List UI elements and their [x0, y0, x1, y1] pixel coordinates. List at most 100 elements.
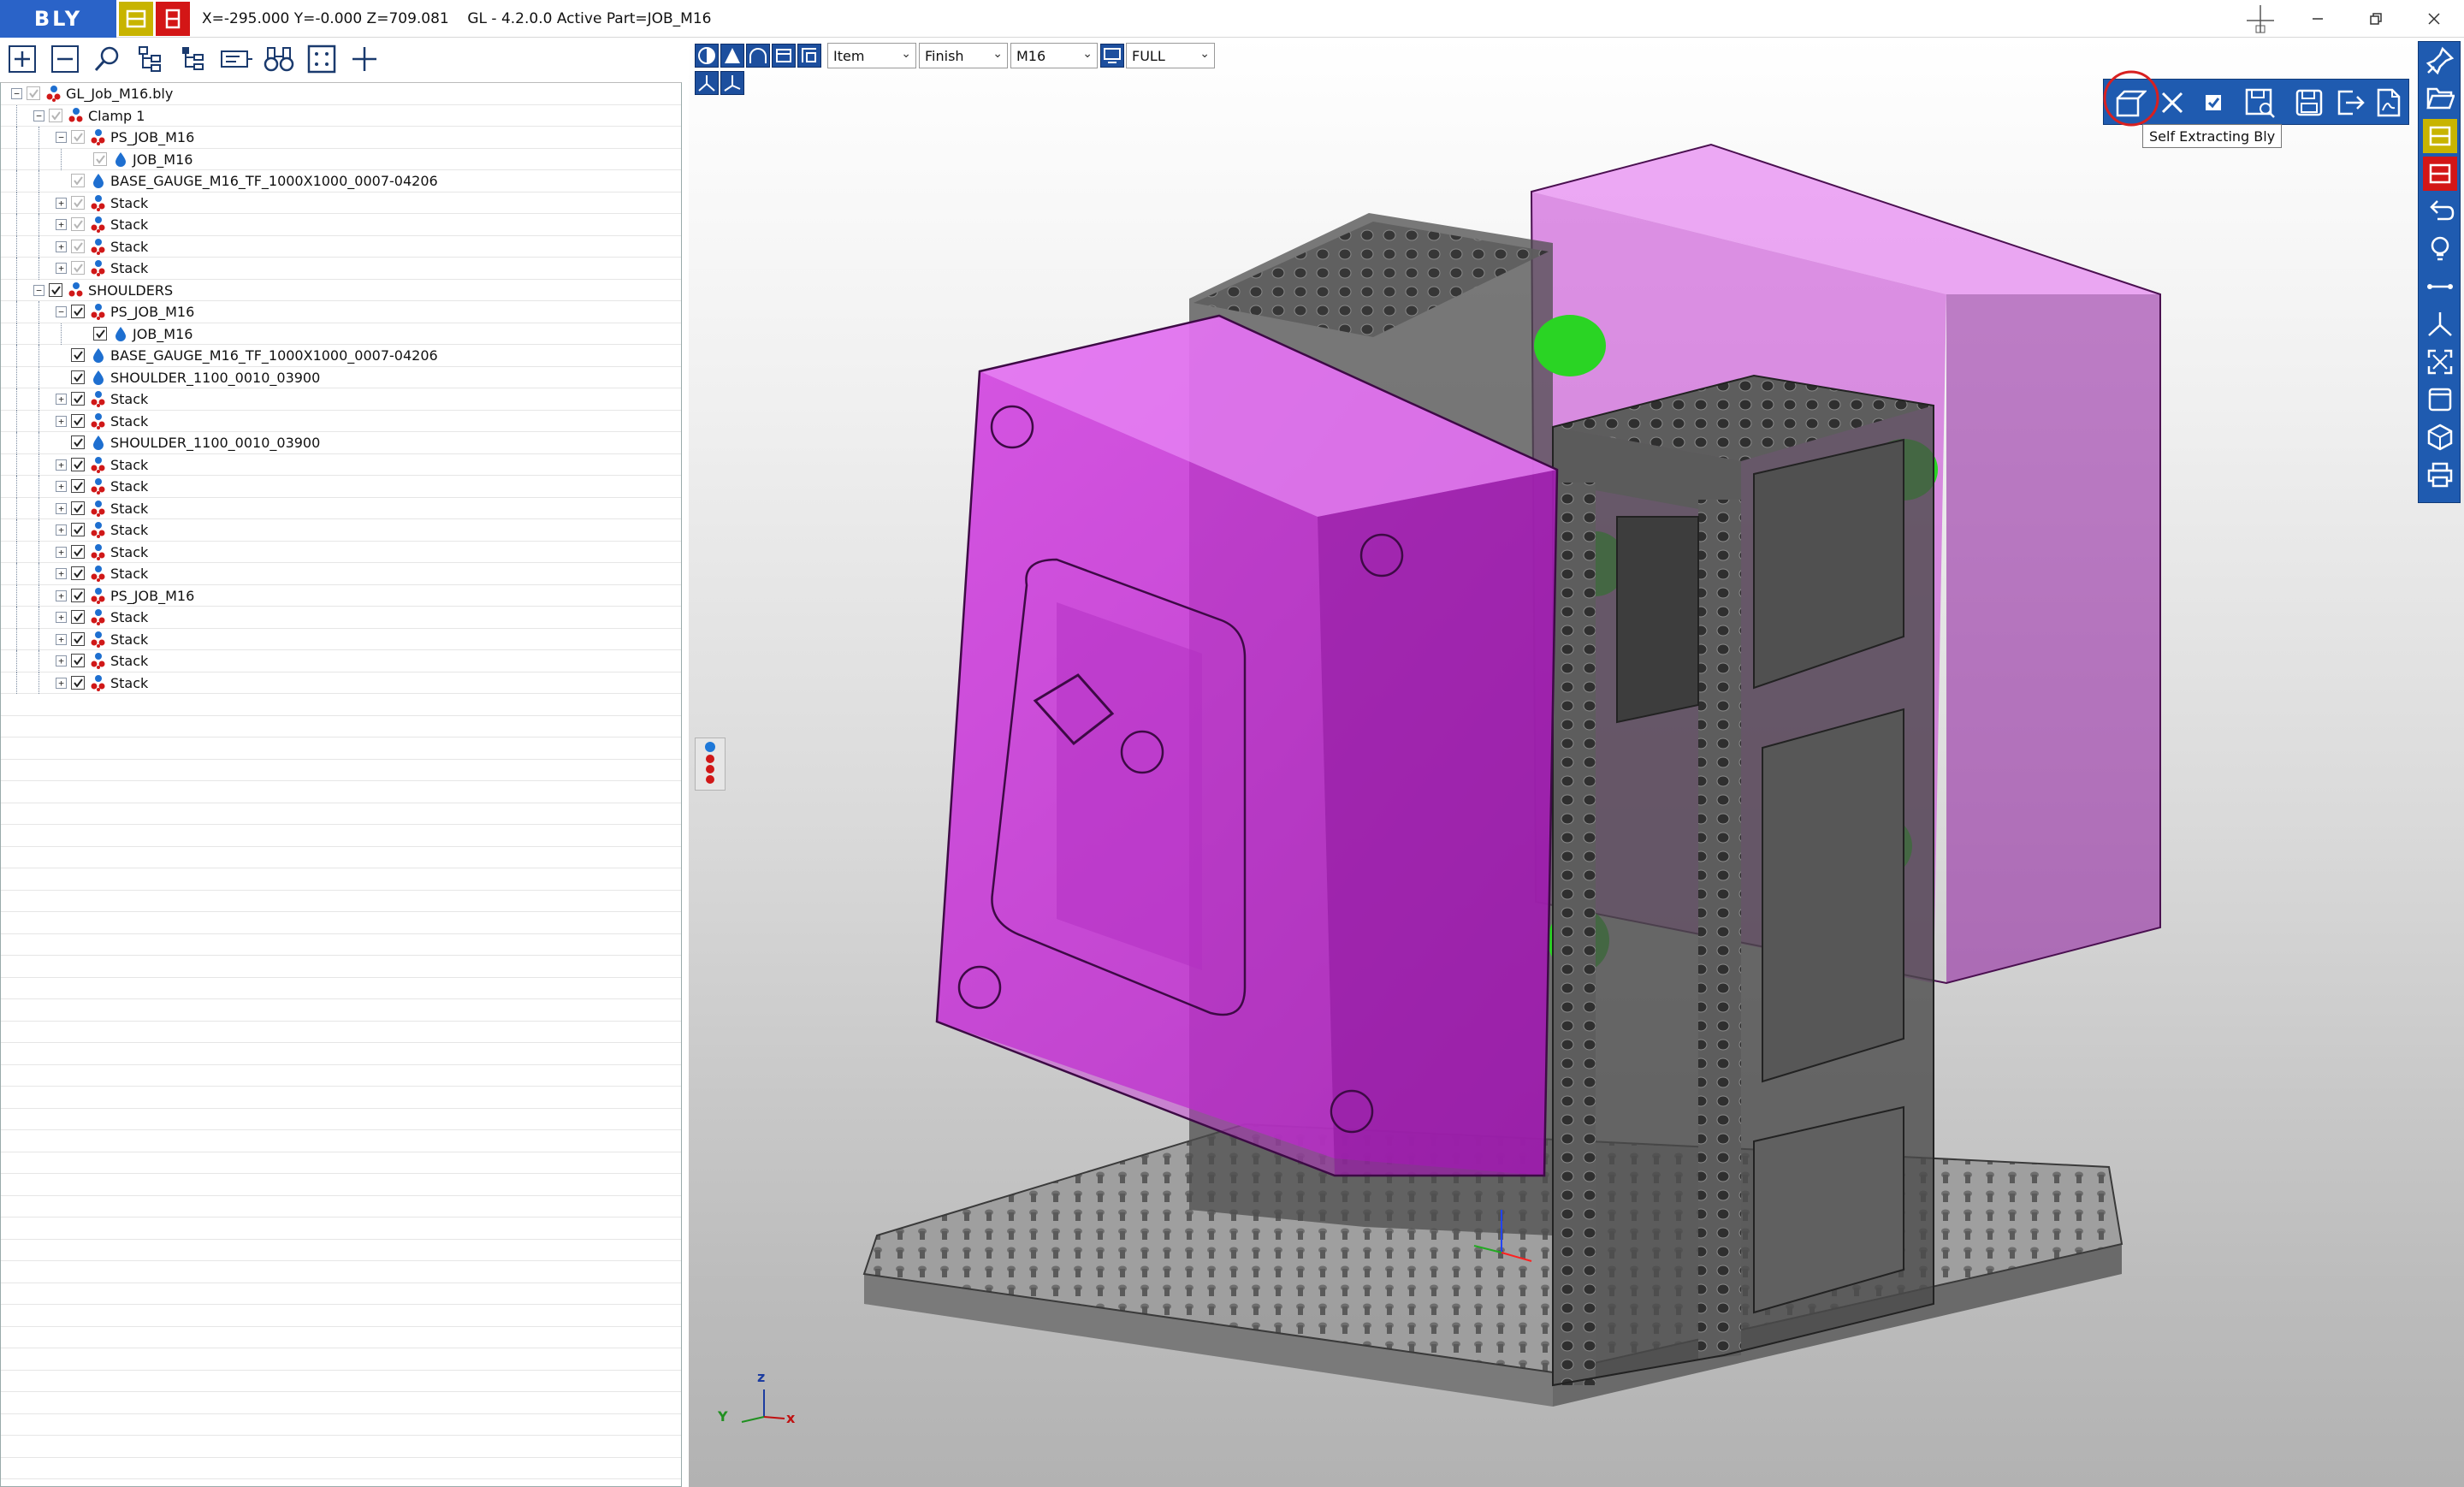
add-crosshair-button[interactable]: [347, 42, 382, 76]
visibility-checkbox[interactable]: [71, 195, 85, 210]
open-folder-button[interactable]: [2423, 81, 2457, 116]
export-button[interactable]: [2331, 85, 2369, 121]
frame-mode-button[interactable]: [797, 44, 821, 68]
visibility-checkbox[interactable]: [93, 151, 107, 166]
expand-toggle-icon[interactable]: +: [56, 240, 67, 252]
expand-toggle-icon[interactable]: +: [56, 568, 67, 579]
3d-viewport[interactable]: z x Y: [689, 38, 2464, 1487]
expand-toggle-icon[interactable]: +: [56, 459, 67, 471]
stack-indicator-widget[interactable]: [695, 738, 726, 791]
visibility-checkbox[interactable]: [71, 239, 85, 253]
tree-hierarchy-button[interactable]: [176, 42, 210, 76]
expand-toggle-icon[interactable]: +: [56, 546, 67, 558]
tree-row[interactable]: + Stack: [1, 235, 681, 258]
arch-mode-button[interactable]: [746, 44, 770, 68]
tree-row[interactable]: − SHOULDERS: [1, 279, 681, 301]
tree-row[interactable]: + Stack: [1, 541, 681, 563]
checkbox-toggle[interactable]: [2194, 85, 2232, 121]
visibility-checkbox[interactable]: [71, 348, 85, 362]
axis-button[interactable]: [2423, 307, 2457, 341]
expand-toggle-icon[interactable]: +: [56, 677, 67, 689]
tree-row[interactable]: + Stack: [1, 650, 681, 672]
axis-view-button[interactable]: [695, 71, 719, 95]
visibility-checkbox[interactable]: [71, 413, 85, 428]
collapse-all-button[interactable]: [48, 42, 82, 76]
finish-select[interactable]: Finish ⌄: [919, 43, 1008, 68]
tree-row[interactable]: + Stack: [1, 607, 681, 629]
expand-toggle-icon[interactable]: +: [56, 394, 67, 405]
tree-row[interactable]: + Stack: [1, 519, 681, 542]
tree-row[interactable]: + Stack: [1, 453, 681, 476]
expand-toggle-icon[interactable]: +: [56, 415, 67, 427]
expand-toggle-icon[interactable]: +: [56, 502, 67, 514]
shaded-mode-button[interactable]: [695, 44, 719, 68]
axis-view-alt-button[interactable]: [720, 71, 744, 95]
expand-toggle-icon[interactable]: +: [56, 612, 67, 623]
tree-row[interactable]: + Stack: [1, 214, 681, 236]
item-select[interactable]: Item ⌄: [827, 43, 916, 68]
tree-row[interactable]: + Stack: [1, 672, 681, 694]
visibility-checkbox[interactable]: [71, 501, 85, 515]
tree-row[interactable]: BASE_GAUGE_M16_TF_1000X1000_0007-04206: [1, 170, 681, 193]
visibility-checkbox[interactable]: [49, 282, 62, 297]
measure-button[interactable]: [2423, 270, 2457, 304]
find-part-button[interactable]: [262, 42, 296, 76]
tree-row[interactable]: + Stack: [1, 628, 681, 650]
visibility-checkbox[interactable]: [71, 544, 85, 559]
window-button[interactable]: [2423, 382, 2457, 417]
collapse-toggle-icon[interactable]: −: [33, 110, 44, 121]
expand-toggle-icon[interactable]: +: [56, 633, 67, 645]
search-button[interactable]: [91, 42, 125, 76]
restore-button[interactable]: [2348, 0, 2404, 38]
visibility-checkbox[interactable]: [71, 370, 85, 384]
cube-view-button[interactable]: [2423, 420, 2457, 454]
visibility-checkbox[interactable]: [71, 305, 85, 318]
expand-toggle-icon[interactable]: +: [56, 263, 67, 274]
visibility-checkbox[interactable]: [71, 610, 85, 624]
collapse-toggle-icon[interactable]: −: [11, 88, 22, 99]
tree-row[interactable]: SHOULDER_1100_0010_03900: [1, 366, 681, 388]
visibility-checkbox[interactable]: [71, 130, 85, 144]
tree-row[interactable]: − PS_JOB_M16: [1, 301, 681, 323]
gauge-layout-button[interactable]: [219, 42, 253, 76]
tree-row[interactable]: + Stack: [1, 258, 681, 280]
expand-toggle-icon[interactable]: +: [56, 589, 67, 601]
save-as-button[interactable]: [2241, 85, 2278, 121]
visibility-checkbox[interactable]: [71, 675, 85, 690]
tree-row[interactable]: − PS_JOB_M16: [1, 127, 681, 149]
collapse-toggle-icon[interactable]: −: [56, 306, 67, 317]
visibility-checkbox[interactable]: [71, 654, 85, 667]
assembly-tree[interactable]: − GL_Job_M16.bly − Clamp 1 − PS_JOB_M16 JOB_M1…: [0, 82, 682, 1487]
tree-row[interactable]: + PS_JOB_M16: [1, 584, 681, 607]
tree-structure-button[interactable]: [133, 42, 168, 76]
visibility-checkbox[interactable]: [71, 588, 85, 602]
expand-toggle-icon[interactable]: +: [56, 219, 67, 230]
visibility-checkbox[interactable]: [71, 261, 85, 275]
box-mode-button[interactable]: [772, 44, 796, 68]
collapse-toggle-icon[interactable]: −: [56, 132, 67, 143]
save-button[interactable]: [2290, 85, 2328, 121]
red-b-side-button[interactable]: [2423, 157, 2457, 191]
expand-all-button[interactable]: [5, 42, 39, 76]
cone-mode-button[interactable]: [720, 44, 744, 68]
visibility-checkbox[interactable]: [71, 217, 85, 231]
expand-toggle-icon[interactable]: +: [56, 524, 67, 536]
tree-row[interactable]: + Stack: [1, 388, 681, 411]
view-select[interactable]: FULL ⌄: [1126, 43, 1215, 68]
visibility-checkbox[interactable]: [71, 174, 85, 187]
expand-toggle-icon[interactable]: +: [56, 655, 67, 666]
fit-view-button[interactable]: [2423, 345, 2457, 379]
close-button[interactable]: [2406, 0, 2462, 38]
tree-row[interactable]: JOB_M16: [1, 323, 681, 345]
visibility-checkbox[interactable]: [71, 631, 85, 646]
tree-row[interactable]: + Stack: [1, 410, 681, 432]
visibility-checkbox[interactable]: [71, 566, 85, 580]
visibility-checkbox[interactable]: [27, 86, 40, 100]
pdf-export-button[interactable]: [2369, 85, 2407, 121]
visibility-checkbox[interactable]: [71, 435, 85, 449]
print-button[interactable]: [2423, 458, 2457, 492]
tree-row[interactable]: BASE_GAUGE_M16_TF_1000X1000_0007-04206: [1, 345, 681, 367]
lightbulb-button[interactable]: [2423, 232, 2457, 266]
expand-toggle-icon[interactable]: +: [56, 481, 67, 492]
yellow-b-side-button[interactable]: [2423, 119, 2457, 153]
